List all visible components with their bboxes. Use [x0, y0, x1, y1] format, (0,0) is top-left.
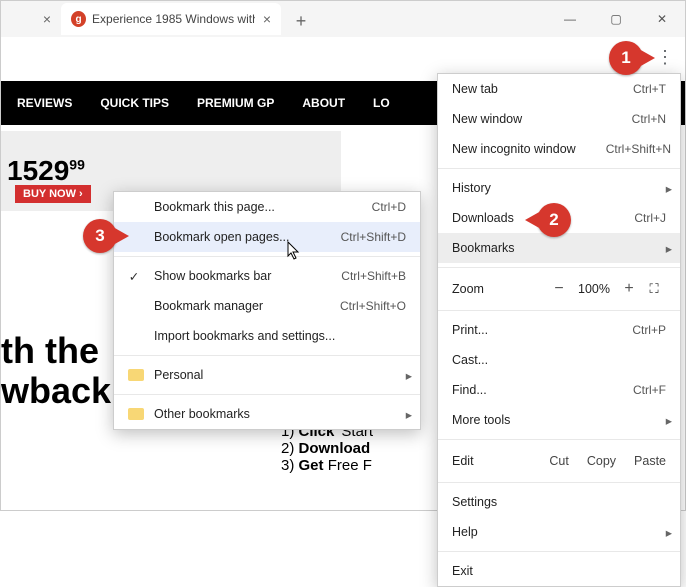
tab-active[interactable]: g Experience 1985 Windows with t × — [61, 3, 281, 35]
menu-item-show-bookmarks-bar[interactable]: ✓Show bookmarks barCtrl+Shift+B — [114, 261, 420, 291]
fullscreen-icon[interactable]: ⛶ — [642, 281, 666, 297]
tab-strip: × g Experience 1985 Windows with t × + — [1, 1, 525, 35]
chrome-menu-button[interactable]: ⋮ — [651, 43, 679, 71]
nav-item[interactable]: ABOUT — [302, 96, 345, 110]
chevron-right-icon: ▸ — [406, 407, 412, 422]
bookmarks-submenu: Bookmark this page...Ctrl+D Bookmark ope… — [113, 191, 421, 430]
chevron-right-icon: ▸ — [406, 368, 412, 383]
menu-item-find[interactable]: Find...Ctrl+F — [438, 375, 680, 405]
menu-item-bookmark-manager[interactable]: Bookmark managerCtrl+Shift+O — [114, 291, 420, 321]
buy-now-button[interactable]: BUY NOW › — [15, 185, 91, 203]
menu-item-import-bookmarks[interactable]: Import bookmarks and settings... — [114, 321, 420, 351]
nav-item[interactable]: REVIEWS — [17, 96, 72, 110]
chevron-right-icon: ▸ — [666, 181, 672, 196]
nav-item[interactable]: PREMIUM GP — [197, 96, 274, 110]
menu-item-help[interactable]: Help▸ — [438, 517, 680, 547]
tab-close-icon[interactable]: × — [263, 11, 271, 27]
menu-item-exit[interactable]: Exit — [438, 556, 680, 586]
menu-item-folder-personal[interactable]: Personal▸ — [114, 360, 420, 390]
menu-item-folder-other[interactable]: Other bookmarks▸ — [114, 399, 420, 429]
menu-item-bookmarks[interactable]: Bookmarks▸ — [438, 233, 680, 263]
zoom-out-button[interactable]: − — [546, 280, 572, 298]
menu-item-cast[interactable]: Cast... — [438, 345, 680, 375]
menu-item-settings[interactable]: Settings — [438, 487, 680, 517]
tab-title: Experience 1985 Windows with t — [92, 12, 255, 26]
tab-inactive[interactable]: × — [1, 3, 61, 35]
menu-item-new-window[interactable]: New windowCtrl+N — [438, 104, 680, 134]
menu-item-history[interactable]: History▸ — [438, 173, 680, 203]
menu-item-zoom: Zoom − 100% + ⛶ — [438, 272, 680, 306]
article-headline: th the wback — [1, 331, 111, 410]
window-close-button[interactable]: ✕ — [639, 1, 685, 37]
check-icon: ✓ — [126, 269, 142, 284]
folder-icon — [128, 369, 144, 381]
favicon-icon: g — [71, 11, 86, 27]
callout-1: 1 — [609, 41, 643, 75]
nav-item[interactable]: LO — [373, 96, 390, 110]
menu-item-new-tab[interactable]: New tabCtrl+T — [438, 74, 680, 104]
menu-item-bookmark-this-page[interactable]: Bookmark this page...Ctrl+D — [114, 192, 420, 222]
nav-item[interactable]: QUICK TIPS — [100, 96, 169, 110]
zoom-percent: 100% — [572, 282, 616, 296]
chrome-main-menu: New tabCtrl+T New windowCtrl+N New incog… — [437, 73, 681, 587]
edit-paste-button[interactable]: Paste — [634, 454, 666, 468]
ad-price: 152999 — [7, 155, 85, 187]
chevron-right-icon: ▸ — [666, 413, 672, 428]
edit-cut-button[interactable]: Cut — [549, 454, 568, 468]
window-maximize-button[interactable]: ▢ — [593, 1, 639, 37]
callout-3: 3 — [83, 219, 117, 253]
menu-item-more-tools[interactable]: More tools▸ — [438, 405, 680, 435]
menu-item-print[interactable]: Print...Ctrl+P — [438, 315, 680, 345]
callout-2: 2 — [537, 203, 571, 237]
chevron-right-icon: ▸ — [666, 525, 672, 540]
folder-icon — [128, 408, 144, 420]
menu-item-edit: Edit Cut Copy Paste — [438, 444, 680, 478]
tab-close-icon[interactable]: × — [43, 11, 51, 27]
chevron-right-icon: ▸ — [666, 241, 672, 256]
edit-copy-button[interactable]: Copy — [587, 454, 616, 468]
menu-item-bookmark-open-pages[interactable]: Bookmark open pages...Ctrl+Shift+D — [114, 222, 420, 252]
window-minimize-button[interactable]: — — [547, 1, 593, 37]
new-tab-button[interactable]: + — [287, 7, 315, 35]
zoom-in-button[interactable]: + — [616, 280, 642, 298]
menu-item-incognito[interactable]: New incognito windowCtrl+Shift+N — [438, 134, 680, 164]
